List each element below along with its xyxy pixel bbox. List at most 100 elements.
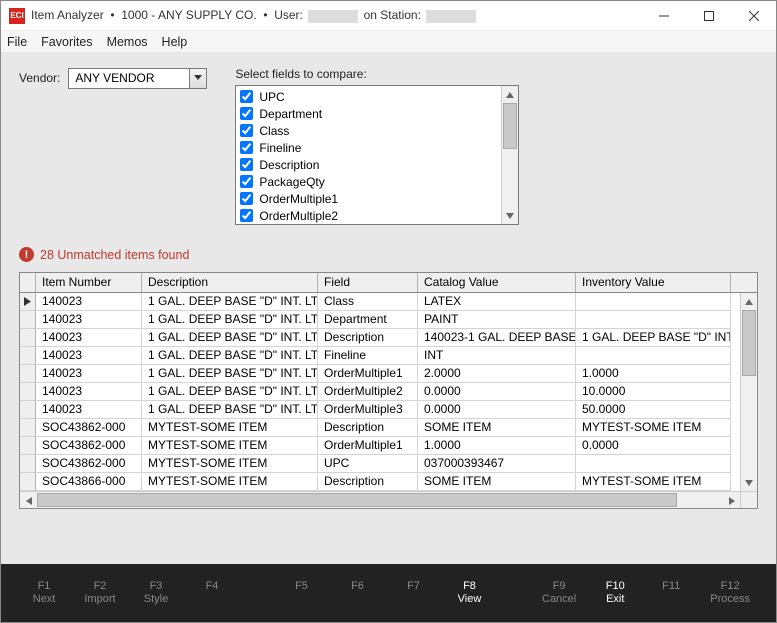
cell[interactable]: 1 GAL. DEEP BASE "D" INT. LTX [142, 347, 318, 365]
cell[interactable]: MYTEST-SOME ITEM [576, 419, 731, 437]
cell[interactable]: 1 GAL. DEEP BASE "D" INT [576, 329, 731, 347]
fkey-f1[interactable]: F1Next [27, 580, 61, 606]
col-field[interactable]: Field [318, 273, 418, 292]
fkey-f11[interactable]: F11 [654, 580, 688, 606]
cell[interactable]: 140023 [36, 311, 142, 329]
cell[interactable]: 0.0000 [576, 437, 731, 455]
table-row[interactable]: 1400231 GAL. DEEP BASE "D" INT. LTXClass… [20, 293, 757, 311]
table-row[interactable]: SOC43862-000 MYTEST-SOME ITEM DescriptionS… [20, 419, 757, 437]
results-grid[interactable]: Item Number Description Field Catalog Va… [19, 272, 758, 509]
cell[interactable]: 140023 [36, 401, 142, 419]
cell[interactable]: SOC43862-000 [36, 419, 142, 437]
field-item[interactable]: PackageQty [238, 173, 516, 190]
fkey-f2[interactable]: F2Import [83, 580, 117, 606]
fkey-f5[interactable]: F5 [285, 580, 319, 606]
fkey-f4[interactable]: F4 [195, 580, 229, 606]
cell[interactable]: Description [318, 473, 418, 491]
table-row[interactable]: 1400231 GAL. DEEP BASE "D" INT. LTXDepar… [20, 311, 757, 329]
cell[interactable]: 140023 [36, 329, 142, 347]
cell[interactable]: 1 GAL. DEEP BASE "D" INT. LTX [142, 329, 318, 347]
cell[interactable]: 0.0000 [418, 383, 576, 401]
fkey-f10[interactable]: F10Exit [598, 580, 632, 606]
field-checkbox[interactable] [240, 141, 253, 154]
vendor-combo[interactable]: ANY VENDOR [68, 68, 207, 89]
cell[interactable]: 10.0000 [576, 383, 731, 401]
col-inventory-value[interactable]: Inventory Value [576, 273, 731, 292]
fkey-f9[interactable]: F9Cancel [542, 580, 576, 606]
cell[interactable]: MYTEST-SOME ITEM [142, 437, 318, 455]
cell[interactable]: 140023 [36, 293, 142, 311]
cell[interactable]: 1 GAL. DEEP BASE "D" INT. LTX [142, 365, 318, 383]
cell[interactable]: 0.0000 [418, 401, 576, 419]
menu-favorites[interactable]: Favorites [41, 35, 92, 49]
row-selector[interactable] [20, 365, 36, 383]
row-selector[interactable] [20, 347, 36, 365]
cell[interactable]: 1.0000 [576, 365, 731, 383]
table-row[interactable]: 1400231 GAL. DEEP BASE "D" INT. LTXDescr… [20, 329, 757, 347]
table-row[interactable]: SOC43862-000MYTEST-SOME ITEMUPC037000393… [20, 455, 757, 473]
table-row[interactable]: SOC43862-000MYTEST-SOME ITEMOrderMultipl… [20, 437, 757, 455]
cell[interactable]: OrderMultiple1 [318, 437, 418, 455]
field-item[interactable]: UPC [238, 88, 516, 105]
cell[interactable]: SOC43862-000 [36, 437, 142, 455]
cell[interactable]: OrderMultiple2 [318, 383, 418, 401]
fkey-f7[interactable]: F7 [397, 580, 431, 606]
cell[interactable]: Class [318, 293, 418, 311]
cell[interactable]: MYTEST-SOME ITEM [576, 473, 731, 491]
cell[interactable]: OrderMultiple1 [318, 365, 418, 383]
col-item-number[interactable]: Item Number [36, 273, 142, 292]
fkey-f8[interactable]: F8View [453, 580, 487, 606]
close-button[interactable] [731, 1, 776, 31]
cell[interactable]: MYTEST-SOME ITEM [142, 455, 318, 473]
cell[interactable]: SOC43862-000 [36, 455, 142, 473]
table-row[interactable]: 1400231 GAL. DEEP BASE "D" INT. LTXOrder… [20, 365, 757, 383]
table-row[interactable]: 1400231 GAL. DEEP BASE "D" INT. LTXOrder… [20, 401, 757, 419]
cell[interactable]: Description [318, 419, 418, 437]
cell[interactable]: Fineline [318, 347, 418, 365]
menu-file[interactable]: File [7, 35, 27, 49]
row-selector[interactable] [20, 293, 36, 311]
row-selector[interactable] [20, 419, 36, 437]
fields-scrollbar[interactable] [501, 86, 518, 224]
cell[interactable] [576, 311, 731, 329]
scroll-thumb[interactable] [742, 310, 756, 376]
row-selector[interactable] [20, 401, 36, 419]
cell[interactable] [576, 347, 731, 365]
table-row[interactable]: 1400231 GAL. DEEP BASE "D" INT. LTXOrder… [20, 383, 757, 401]
cell[interactable]: SOME ITEM [418, 473, 576, 491]
scroll-thumb[interactable] [37, 493, 677, 507]
cell[interactable]: 037000393467 [418, 455, 576, 473]
menu-help[interactable]: Help [162, 35, 188, 49]
cell[interactable]: 2.0000 [418, 365, 576, 383]
field-item[interactable]: Department [238, 105, 516, 122]
cell[interactable]: INT [418, 347, 576, 365]
cell[interactable]: 1 GAL. DEEP BASE "D" INT. LTX [142, 401, 318, 419]
col-description[interactable]: Description [142, 273, 318, 292]
maximize-button[interactable] [686, 1, 731, 31]
scroll-down-icon[interactable] [741, 474, 757, 491]
scroll-left-icon[interactable] [20, 492, 37, 509]
cell[interactable]: 1 GAL. DEEP BASE "D" INT. LTX [142, 311, 318, 329]
cell[interactable]: Description [318, 329, 418, 347]
col-catalog-value[interactable]: Catalog Value [418, 273, 576, 292]
cell[interactable]: 1 GAL. DEEP BASE "D" INT. LTX [142, 383, 318, 401]
scroll-down-icon[interactable] [502, 207, 518, 224]
field-checkbox[interactable] [240, 209, 253, 222]
fields-listbox[interactable]: UPCDepartmentClassFinelineDescriptionPac… [235, 85, 519, 225]
cell[interactable]: 1 GAL. DEEP BASE "D" INT. LTX [142, 293, 318, 311]
field-item[interactable]: Description [238, 156, 516, 173]
row-selector[interactable] [20, 383, 36, 401]
cell[interactable]: SOME ITEM [418, 419, 576, 437]
field-item[interactable]: Fineline [238, 139, 516, 156]
cell[interactable]: Department [318, 311, 418, 329]
field-item[interactable]: Class [238, 122, 516, 139]
table-row[interactable]: 1400231 GAL. DEEP BASE "D" INT. LTXFinel… [20, 347, 757, 365]
cell[interactable]: 140023-1 GAL. DEEP BASE [418, 329, 576, 347]
field-item[interactable]: OrderMultiple2 [238, 207, 516, 224]
field-item[interactable]: OrderMultiple1 [238, 190, 516, 207]
cell[interactable]: 140023 [36, 347, 142, 365]
field-checkbox[interactable] [240, 158, 253, 171]
row-selector[interactable] [20, 437, 36, 455]
minimize-button[interactable] [641, 1, 686, 31]
cell[interactable] [576, 293, 731, 311]
